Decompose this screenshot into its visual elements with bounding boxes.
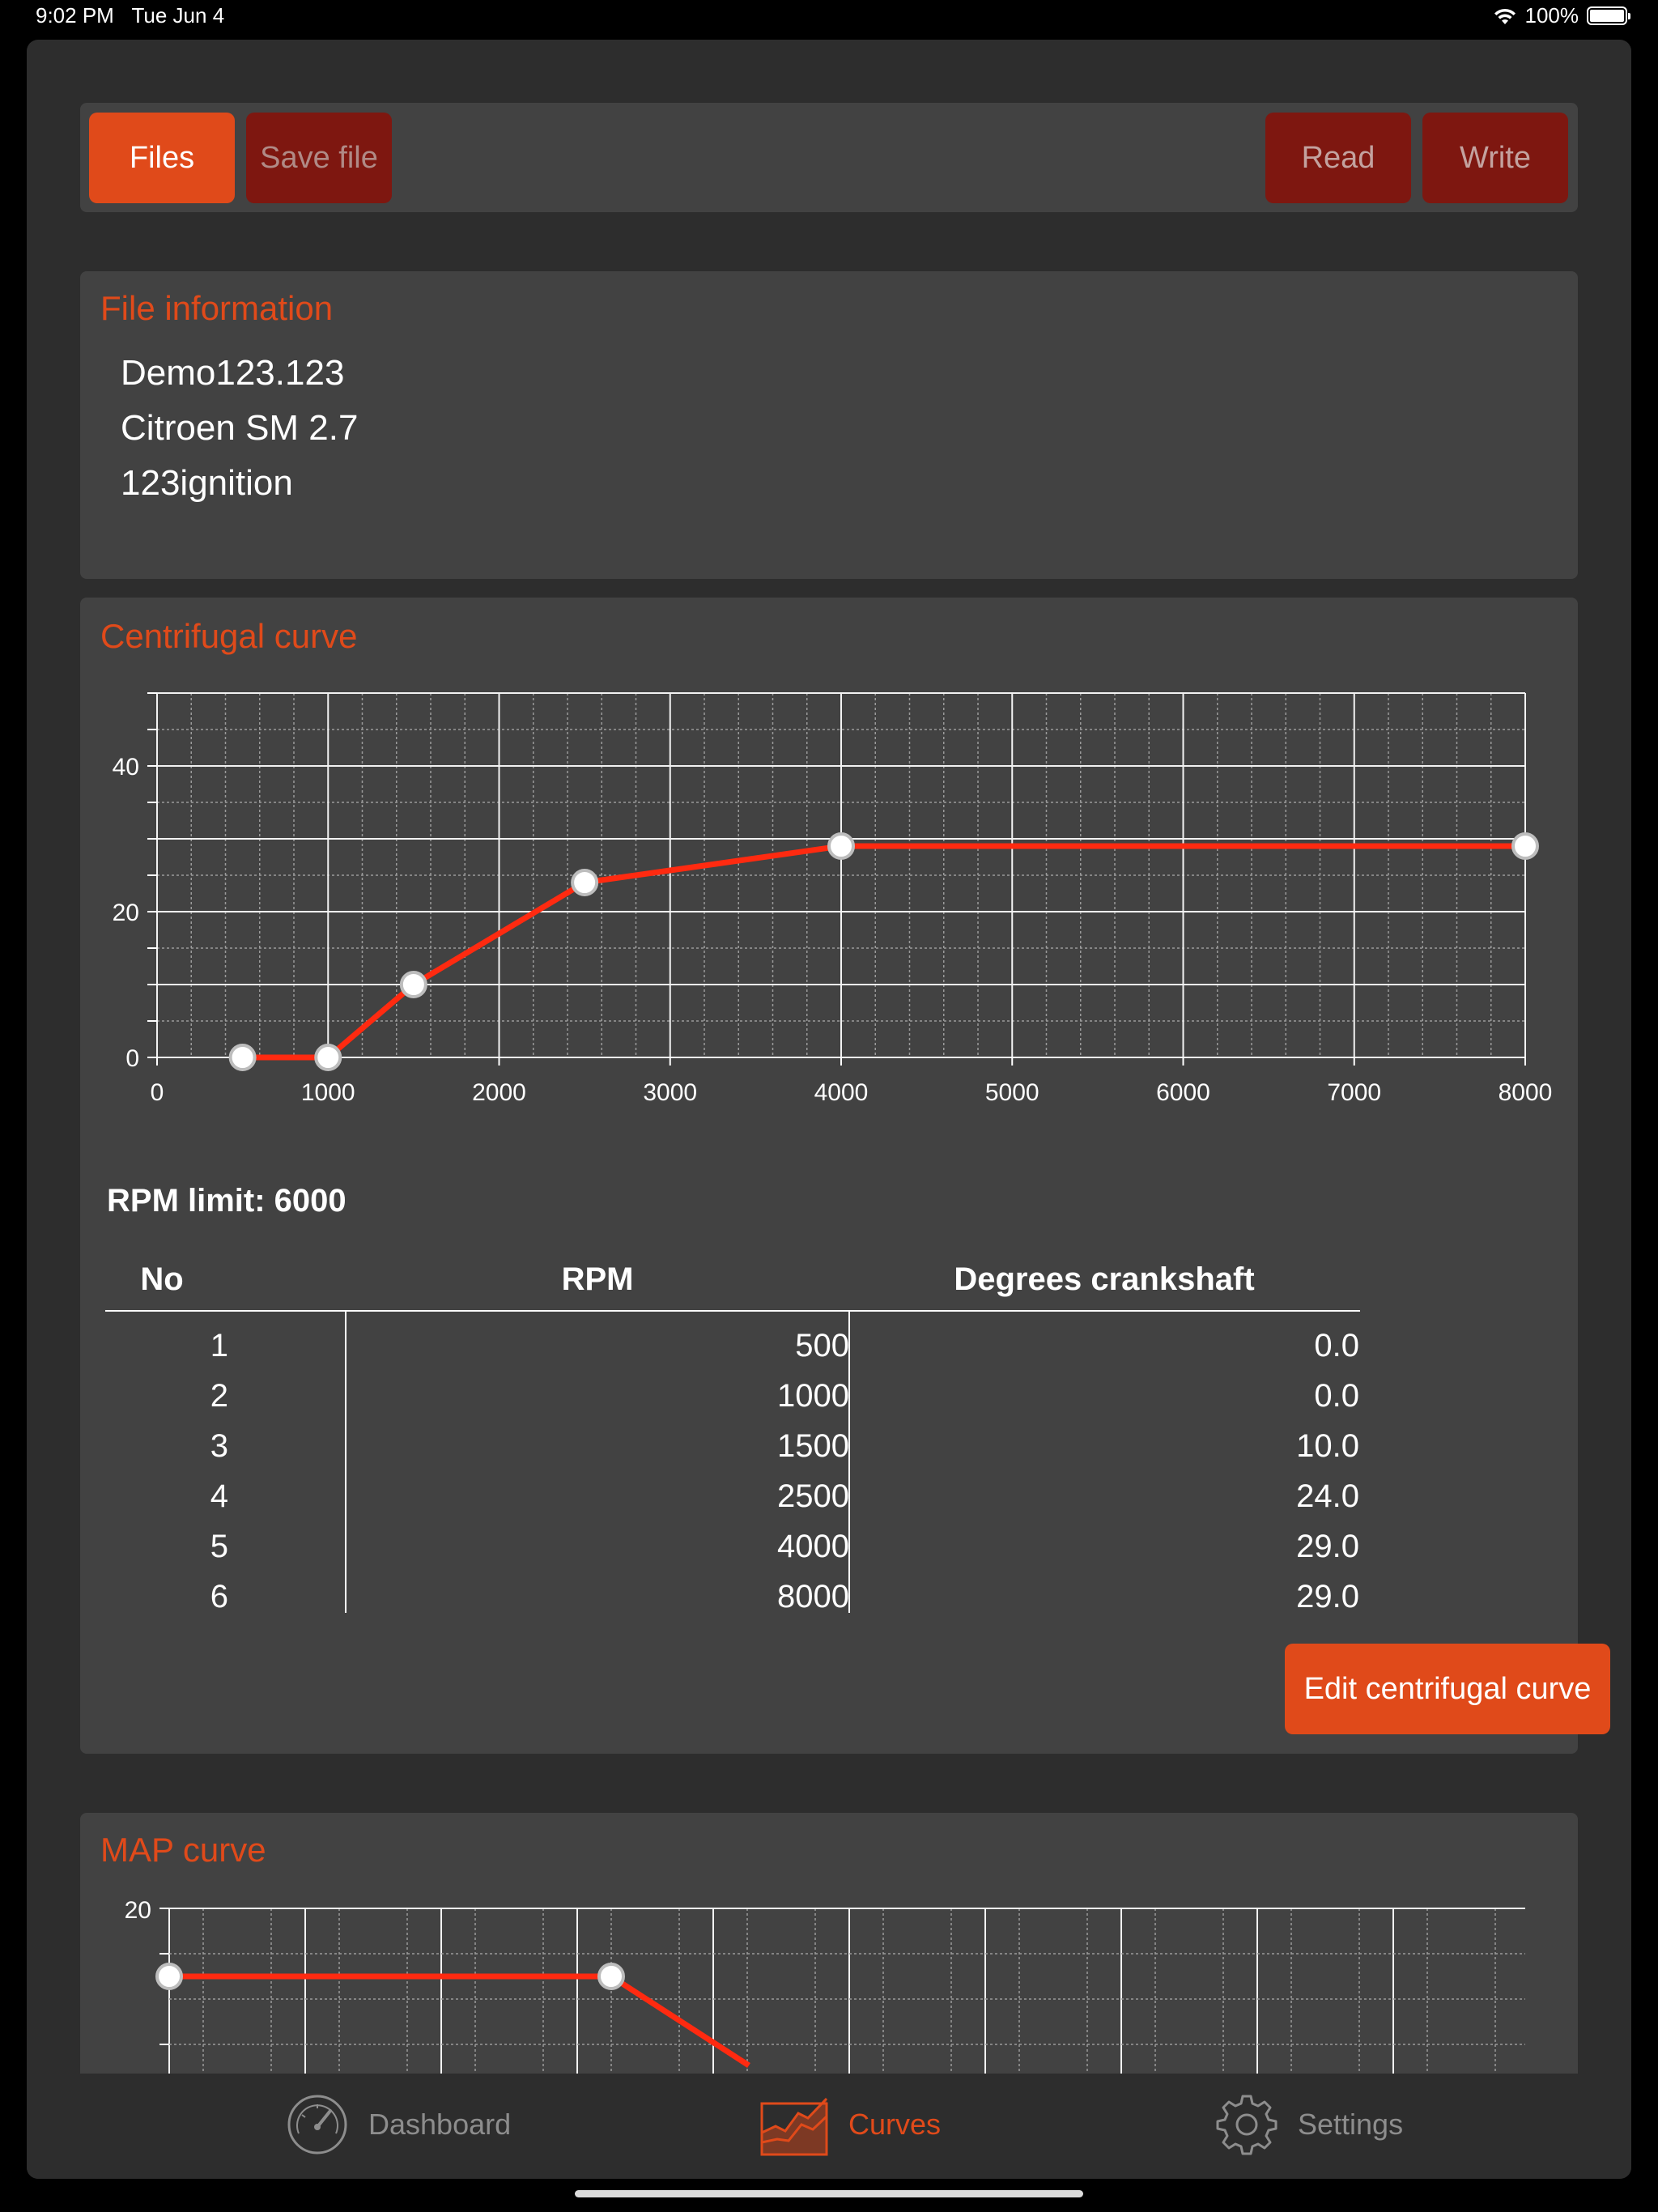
rpm-cell: 1000 (777, 1378, 849, 1414)
file-information-title: File information (100, 289, 334, 327)
x-tick-label: 8000 (1499, 1079, 1553, 1106)
row-number-cell: 6 (210, 1579, 228, 1614)
x-tick-label: 0 (151, 1079, 164, 1106)
x-tick-label: 4000 (814, 1079, 869, 1106)
tab-settings[interactable]: Settings (1215, 2088, 1403, 2161)
curves-chart-icon (760, 2097, 828, 2156)
status-bar: 9:02 PM Tue Jun 4 100% (0, 0, 1658, 36)
read-button[interactable]: Read (1265, 113, 1411, 203)
column-header-degrees-text: Degrees crankshaft (954, 1261, 1255, 1297)
tab-curves[interactable]: Curves (759, 2088, 941, 2161)
table-header-rule (105, 1310, 1360, 1312)
curve-point-handle (827, 832, 855, 860)
write-button[interactable]: Write (1422, 113, 1568, 203)
device-name: 123ignition (121, 463, 293, 503)
wifi-icon (1494, 8, 1516, 24)
rpm-cell: 2500 (777, 1478, 849, 1514)
tab-dashboard[interactable]: Dashboard (286, 2088, 511, 2161)
centrifugal-series-line (242, 843, 1525, 1061)
y-tick-label: 0 (125, 1045, 139, 1072)
curves-scroll-view[interactable]: Files Save file Read Write File informat… (27, 40, 1631, 2074)
status-indicators: 100% (1493, 3, 1630, 28)
row-number-cell: 2 (210, 1378, 228, 1414)
status-time-date: 9:02 PM Tue Jun 4 (36, 3, 224, 28)
app-window: Files Save file Read Write File informat… (27, 40, 1631, 2179)
degrees-cell: 29.0 (1296, 1529, 1359, 1564)
map-chart[interactable]: 20 (80, 1813, 1578, 2074)
x-tick-label: 7000 (1327, 1079, 1381, 1106)
file-name: Demo123.123 (121, 353, 345, 393)
x-tick-label: 6000 (1156, 1079, 1210, 1106)
tab-dashboard-label: Dashboard (368, 2108, 512, 2141)
degrees-cell: 0.0 (1314, 1378, 1359, 1414)
row-number-cell: 3 (210, 1428, 228, 1464)
degrees-cell: 29.0 (1296, 1579, 1359, 1614)
x-tick-label: 5000 (985, 1079, 1039, 1106)
y-tick-label: 20 (125, 1897, 151, 1924)
tab-settings-label: Settings (1298, 2108, 1404, 2141)
centrifugal-chart[interactable]: 0 20 40 0 1000 2000 3000 4000 5000 6000 7000 8000 (80, 598, 1578, 1164)
x-tick-label: 3000 (643, 1079, 697, 1106)
x-tick-label: 2000 (472, 1079, 526, 1106)
rpm-cell: 500 (795, 1328, 849, 1363)
map-series-line (169, 1973, 750, 2068)
battery-percent: 100% (1524, 3, 1579, 28)
rpm-cell: 4000 (777, 1529, 849, 1564)
curve-point-handle (571, 869, 599, 896)
map-curve-panel: MAP curve 20 (80, 1813, 1578, 2074)
centrifugal-curve-panel: Centrifugal curve 0 20 40 0 1000 2000 3000 4000… (80, 598, 1610, 1754)
files-button[interactable]: Files (89, 113, 235, 203)
row-number-cell: 1 (210, 1328, 228, 1363)
battery-icon (1587, 6, 1630, 25)
column-header-no-text: No (140, 1261, 184, 1297)
vehicle-name: Citroen SM 2.7 (121, 408, 359, 448)
column-header-rpm-text: RPM (561, 1261, 634, 1297)
degrees-cell: 0.0 (1314, 1328, 1359, 1363)
curve-point-handle (1511, 832, 1539, 860)
degrees-cell: 24.0 (1296, 1478, 1359, 1514)
y-tick-label: 20 (113, 900, 139, 926)
file-information-panel: File information Demo123.123 Citroen SM … (80, 271, 1578, 579)
home-indicator (575, 2190, 1083, 2197)
degrees-cell: 10.0 (1296, 1428, 1359, 1464)
rpm-cell: 1500 (777, 1428, 849, 1464)
tab-curves-label: Curves (848, 2108, 942, 2141)
curve-point-handle (314, 1044, 342, 1071)
speedometer-icon (287, 2095, 347, 2155)
tab-bar: Dashboard Curves Settings (27, 2074, 1631, 2179)
rpm-cell: 8000 (777, 1579, 849, 1614)
x-tick-label: 1000 (301, 1079, 355, 1106)
save-file-button[interactable]: Save file (246, 113, 392, 203)
edit-centrifugal-curve-button[interactable]: Edit centrifugal curve (1285, 1644, 1610, 1734)
y-tick-label: 40 (113, 754, 139, 781)
rpm-limit: RPM limit: 6000 (107, 1183, 346, 1219)
status-date: Tue Jun 4 (131, 3, 225, 28)
row-number-cell: 5 (210, 1529, 228, 1564)
curve-point-handle (597, 1963, 625, 1990)
status-time: 9:02 PM (36, 3, 114, 28)
curve-point-handle (399, 971, 427, 998)
file-toolbar: Files Save file Read Write (80, 103, 1578, 212)
table-column-divider (345, 1312, 346, 1613)
curve-point-handle (155, 1963, 183, 1990)
gear-icon (1216, 2095, 1278, 2155)
curve-point-handle (228, 1044, 257, 1071)
row-number-cell: 4 (210, 1478, 228, 1514)
